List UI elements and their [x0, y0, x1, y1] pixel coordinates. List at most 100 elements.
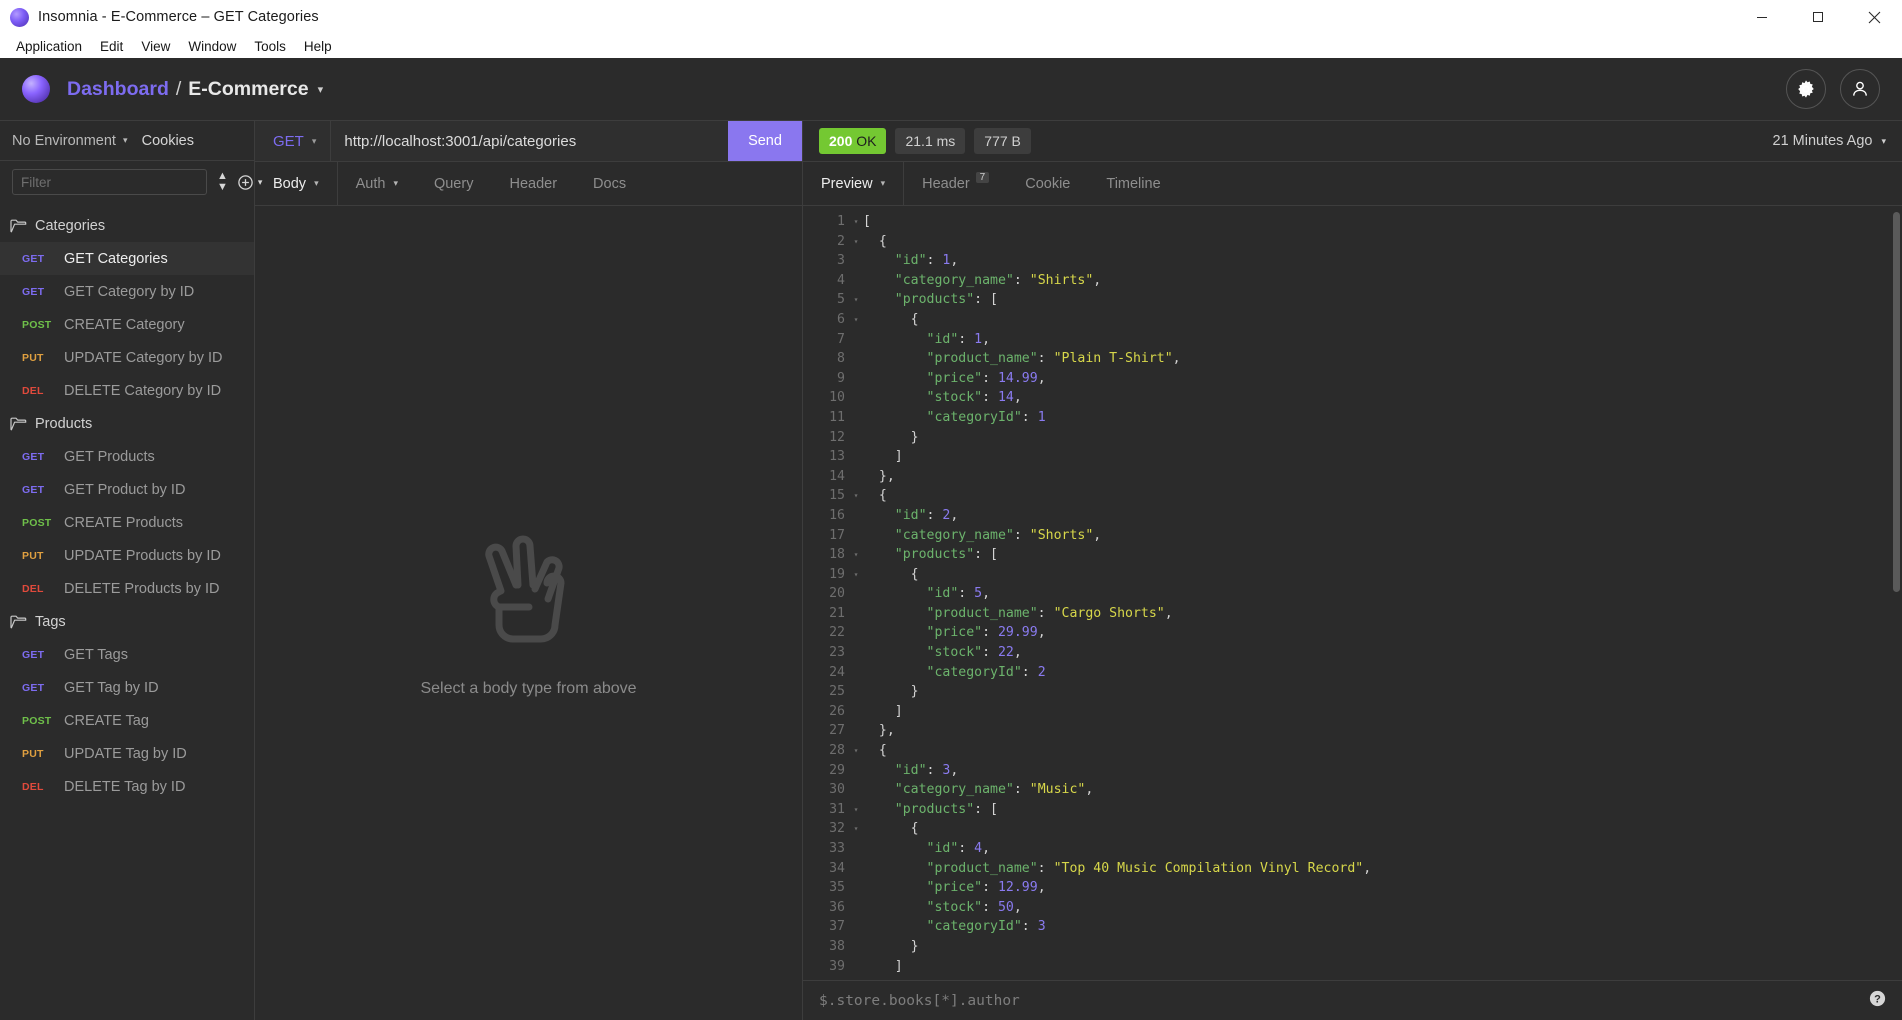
- code-content: },: [863, 468, 895, 484]
- response-timestamp-text: 21 Minutes Ago: [1772, 133, 1873, 149]
- chevron-down-icon: ▾: [880, 178, 886, 188]
- tab-preview[interactable]: Preview ▾: [803, 162, 905, 205]
- sidebar-request-item[interactable]: GET GET Products: [0, 440, 254, 473]
- method-label: GET: [273, 132, 304, 150]
- sidebar-request-item[interactable]: DEL DELETE Tag by ID: [0, 770, 254, 803]
- tab-label: Preview: [821, 175, 873, 192]
- search-input[interactable]: [12, 169, 207, 195]
- code-content: "product_name": "Cargo Shorts",: [863, 605, 1173, 621]
- request-name-label: CREATE Category: [64, 316, 185, 333]
- tab-cookie[interactable]: Cookie: [1007, 162, 1088, 205]
- code-content: }: [863, 684, 919, 700]
- status-badge[interactable]: 200 OK: [819, 128, 887, 154]
- response-size-badge[interactable]: 777 B: [974, 128, 1031, 154]
- sidebar-request-item[interactable]: GET GET Category by ID: [0, 275, 254, 308]
- settings-button[interactable]: [1786, 69, 1826, 109]
- user-avatar-icon: [1853, 81, 1867, 96]
- tab-timeline[interactable]: Timeline: [1088, 162, 1178, 205]
- chevron-down-icon[interactable]: ▾: [318, 83, 324, 96]
- menu-edit[interactable]: Edit: [91, 37, 132, 56]
- response-timestamp[interactable]: 21 Minutes Ago ▾: [1773, 133, 1887, 149]
- code-content: ]: [863, 449, 903, 465]
- app-header: Dashboard / E-Commerce ▾: [0, 58, 1902, 120]
- menu-tools[interactable]: Tools: [245, 37, 295, 56]
- code-line: 36 "stock": 50,: [803, 898, 1902, 918]
- tab-query[interactable]: Query: [416, 162, 492, 205]
- fold-toggle-icon[interactable]: ▾: [849, 565, 863, 585]
- line-number: 28: [829, 743, 845, 759]
- sidebar-request-item[interactable]: POST CREATE Tag: [0, 704, 254, 737]
- sidebar-folder-products[interactable]: Products: [0, 407, 254, 440]
- url-input[interactable]: http://localhost:3001/api/categories: [331, 121, 728, 161]
- response-time-badge[interactable]: 21.1 ms: [895, 128, 966, 154]
- sidebar-request-item[interactable]: GET GET Categories: [0, 242, 254, 275]
- sidebar-request-item[interactable]: GET GET Product by ID: [0, 473, 254, 506]
- chevron-down-icon[interactable]: ▾: [123, 135, 128, 146]
- tab-header[interactable]: Header 7: [904, 162, 1007, 205]
- request-name-label: DELETE Products by ID: [64, 580, 220, 597]
- sidebar-request-item[interactable]: GET GET Tags: [0, 638, 254, 671]
- code-content: }: [863, 938, 919, 954]
- response-body-viewer[interactable]: 1 ▾[2 ▾ {3 "id": 1, 4 "category_name": "Shi…: [803, 206, 1902, 980]
- send-button[interactable]: Send: [728, 121, 802, 161]
- cookies-button[interactable]: Cookies: [142, 133, 194, 149]
- fold-toggle-icon[interactable]: ▾: [849, 800, 863, 820]
- sidebar-request-item[interactable]: PUT UPDATE Tag by ID: [0, 737, 254, 770]
- fold-toggle-icon[interactable]: ▾: [849, 545, 863, 565]
- code-content: "id": 4,: [863, 841, 991, 856]
- help-button[interactable]: ?: [1869, 990, 1886, 1012]
- tab-docs[interactable]: Docs: [575, 162, 644, 205]
- request-name-label: DELETE Tag by ID: [64, 778, 186, 795]
- fold-toggle-icon[interactable]: ▾: [849, 232, 863, 252]
- menu-application[interactable]: Application: [7, 37, 91, 56]
- tab-auth[interactable]: Auth ▾: [338, 162, 416, 205]
- jsonpath-filter-input[interactable]: $.store.books[*].author: [819, 993, 1020, 1009]
- code-content: "id": 2,: [863, 507, 959, 523]
- account-button[interactable]: [1840, 69, 1880, 109]
- sort-icon[interactable]: ▲ ▼: [217, 171, 228, 193]
- sidebar-request-item[interactable]: DEL DELETE Products by ID: [0, 572, 254, 605]
- request-name-label: GET Tags: [64, 646, 128, 663]
- sidebar-request-item[interactable]: PUT UPDATE Products by ID: [0, 539, 254, 572]
- minimize-button[interactable]: [1734, 0, 1790, 34]
- close-button[interactable]: [1846, 0, 1902, 34]
- fold-toggle-icon[interactable]: ▾: [849, 310, 863, 330]
- method-selector[interactable]: GET ▾: [255, 121, 332, 161]
- tab-body[interactable]: Body ▾: [255, 162, 338, 205]
- breadcrumb-dashboard-link[interactable]: Dashboard: [67, 78, 169, 101]
- code-line: 21 "product_name": "Cargo Shorts",: [803, 604, 1902, 624]
- sidebar-folder-categories[interactable]: Categories: [0, 209, 254, 242]
- menu-window[interactable]: Window: [179, 37, 245, 56]
- fold-toggle-icon[interactable]: ▾: [849, 486, 863, 506]
- environment-selector[interactable]: No Environment: [12, 133, 116, 149]
- code-line: 7 "id": 1,: [803, 330, 1902, 350]
- sidebar-request-item[interactable]: POST CREATE Products: [0, 506, 254, 539]
- header-actions: [1786, 69, 1880, 109]
- sidebar-request-item[interactable]: GET GET Tag by ID: [0, 671, 254, 704]
- sidebar-request-item[interactable]: POST CREATE Category: [0, 308, 254, 341]
- menu-help[interactable]: Help: [295, 37, 341, 56]
- fold-toggle-icon[interactable]: ▾: [849, 741, 863, 761]
- fold-toggle-icon[interactable]: ▾: [849, 819, 863, 839]
- tab-header[interactable]: Header: [491, 162, 575, 205]
- response-scrollbar[interactable]: [1893, 212, 1900, 592]
- sidebar-request-item[interactable]: PUT UPDATE Category by ID: [0, 341, 254, 374]
- fold-toggle-icon[interactable]: ▾: [849, 212, 863, 232]
- code-line: 32 ▾ {: [803, 819, 1902, 839]
- fold-toggle-icon[interactable]: ▾: [849, 290, 863, 310]
- sidebar-folder-tags[interactable]: Tags: [0, 605, 254, 638]
- maximize-button[interactable]: [1790, 0, 1846, 34]
- breadcrumb-project-name[interactable]: E-Commerce: [188, 78, 308, 101]
- code-line: 18 ▾ "products": [: [803, 545, 1902, 565]
- code-content: "products": [: [863, 801, 998, 817]
- menu-view[interactable]: View: [132, 37, 179, 56]
- sidebar-request-item[interactable]: DEL DELETE Category by ID: [0, 374, 254, 407]
- line-number: 25: [829, 684, 845, 700]
- line-number: 35: [829, 880, 845, 896]
- code-line: 26 ]: [803, 702, 1902, 722]
